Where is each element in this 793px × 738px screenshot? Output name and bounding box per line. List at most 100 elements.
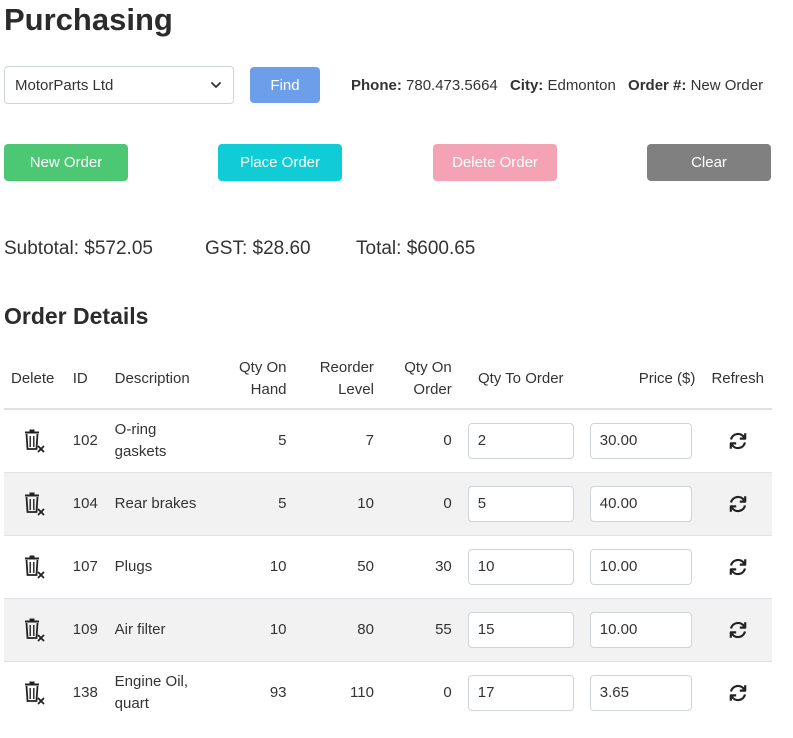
qty-on-order: 30: [381, 535, 460, 599]
refresh-icon[interactable]: [727, 619, 749, 641]
order-details-table: Delete ID Description Qty On Hand Reorder…: [4, 350, 772, 724]
qty-to-order-cell: 2: [460, 409, 582, 473]
price-cell: 10.00: [581, 598, 704, 662]
refresh-cell: [703, 535, 772, 599]
vendor-select-value: MotorParts Ltd: [15, 76, 114, 94]
price-cell: 40.00: [581, 472, 704, 536]
chevron-down-icon: [211, 82, 221, 88]
qty-on-order: 0: [381, 661, 460, 724]
header-id: ID: [64, 350, 107, 410]
total-text: Total: $600.65: [356, 238, 476, 259]
qty-on-hand: 10: [209, 598, 295, 662]
qty-on-hand: 10: [209, 535, 295, 599]
price-cell: 3.65: [581, 661, 704, 724]
qty-to-order-cell: 17: [459, 661, 582, 724]
qty-to-order-input[interactable]: 10: [467, 549, 574, 585]
description-line: Rear brakes: [114, 495, 197, 512]
qty-on-hand: 5: [278, 432, 287, 449]
trash-x-icon[interactable]: [23, 492, 45, 516]
trash-x-icon[interactable]: [23, 681, 45, 705]
delete-cell: [4, 661, 65, 724]
reorder-level: 110: [294, 661, 382, 724]
price-cell: 30.00: [582, 409, 704, 473]
item-description: Plugs: [106, 535, 210, 599]
price-input[interactable]: 30.00: [589, 423, 692, 459]
gst-text: GST: $28.60: [205, 238, 311, 259]
table-row: 138 Engine Oil, quart 93 110 0 17 3.65: [4, 661, 772, 724]
refresh-cell: [703, 472, 772, 536]
header-price: Price ($): [581, 350, 704, 410]
item-description: O-ring gaskets: [107, 409, 210, 473]
item-id: 107: [64, 535, 107, 599]
description-line: gaskets: [114, 443, 167, 460]
description-line: Engine Oil,: [114, 673, 189, 690]
qty-on-order: 55: [381, 598, 460, 662]
phone-label: Phone:: [351, 77, 402, 94]
header-qty-on-hand: Qty On Hand: [209, 350, 295, 410]
header-refresh: Refresh: [703, 350, 772, 410]
reorder-level: 50: [294, 535, 382, 599]
vendor-info: Phone: 780.473.5664 City: Edmonton Order…: [351, 77, 763, 94]
qty-on-order: 0: [443, 432, 452, 449]
refresh-icon[interactable]: [727, 430, 749, 452]
table-row: 104 Rear brakes 5 10 0 5 40.00: [4, 472, 772, 536]
refresh-icon[interactable]: [727, 682, 749, 704]
header-delete: Delete: [4, 350, 65, 410]
item-description: Engine Oil, quart: [106, 661, 210, 724]
item-description: Air filter: [106, 598, 210, 662]
order-number-label: Order #:: [628, 77, 687, 94]
delete-cell: [4, 472, 65, 536]
price-input[interactable]: 3.65: [589, 675, 692, 711]
delete-order-button[interactable]: Delete Order: [433, 144, 557, 181]
description-line: quart: [114, 695, 149, 712]
vendor-select[interactable]: MotorParts Ltd: [4, 66, 234, 104]
qty-on-order: 0: [381, 472, 460, 536]
refresh-cell: [703, 661, 772, 724]
place-order-button[interactable]: Place Order: [218, 144, 342, 181]
qty-on-hand: 93: [209, 661, 295, 724]
table-row: 107 Plugs 10 50 30 10 10.00: [4, 535, 772, 599]
price-input[interactable]: 10.00: [589, 549, 692, 585]
table-header-row: Delete ID Description Qty On Hand Reorder…: [4, 350, 772, 410]
order-details-title: Order Details: [4, 303, 149, 329]
description-line: Plugs: [114, 558, 153, 575]
find-button[interactable]: Find: [250, 67, 320, 103]
reorder-level: 10: [294, 472, 382, 536]
item-id: 138: [64, 661, 107, 724]
qty-to-order-input[interactable]: 2: [467, 423, 574, 459]
qty-to-order-input[interactable]: 17: [467, 675, 574, 711]
new-order-button[interactable]: New Order: [4, 144, 128, 181]
reorder-level: 80: [294, 598, 382, 662]
delete-cell: [4, 409, 65, 473]
table-row: 102 O-ring gaskets 5 7 0 2 30.00: [4, 409, 772, 473]
trash-x-icon[interactable]: [23, 618, 45, 642]
header-qty-on-order: Qty On Order: [381, 350, 460, 410]
city-label: City:: [509, 77, 544, 94]
description-line: Air filter: [114, 621, 166, 638]
trash-x-icon[interactable]: [23, 429, 45, 453]
qty-on-hand: 5: [209, 472, 295, 536]
price-input[interactable]: 40.00: [589, 486, 692, 522]
clear-button[interactable]: Clear: [647, 144, 771, 181]
description-line: O-ring: [114, 421, 157, 438]
qty-to-order-input[interactable]: 15: [467, 612, 574, 648]
page-title: Purchasing: [4, 2, 173, 37]
header-reorder-level: Reorder Level: [294, 350, 382, 410]
item-description: Rear brakes: [106, 472, 210, 536]
trash-x-icon[interactable]: [23, 555, 45, 579]
refresh-icon[interactable]: [727, 493, 749, 515]
refresh-icon[interactable]: [727, 556, 749, 578]
qty-to-order-input[interactable]: 5: [467, 486, 574, 522]
table-row: 109 Air filter 10 80 55 15 10.00: [4, 598, 772, 662]
price-cell: 10.00: [581, 535, 704, 599]
city-value: Edmonton: [547, 77, 616, 94]
price-input[interactable]: 10.00: [589, 612, 692, 648]
reorder-level: 7: [365, 432, 374, 449]
item-id: 104: [64, 472, 107, 536]
item-id: 109: [64, 598, 107, 662]
header-qty-to-order: Qty To Order: [459, 350, 582, 410]
delete-cell: [4, 598, 65, 662]
delete-cell: [4, 535, 65, 599]
refresh-cell: [703, 409, 772, 473]
qty-to-order-cell: 5: [459, 472, 582, 536]
